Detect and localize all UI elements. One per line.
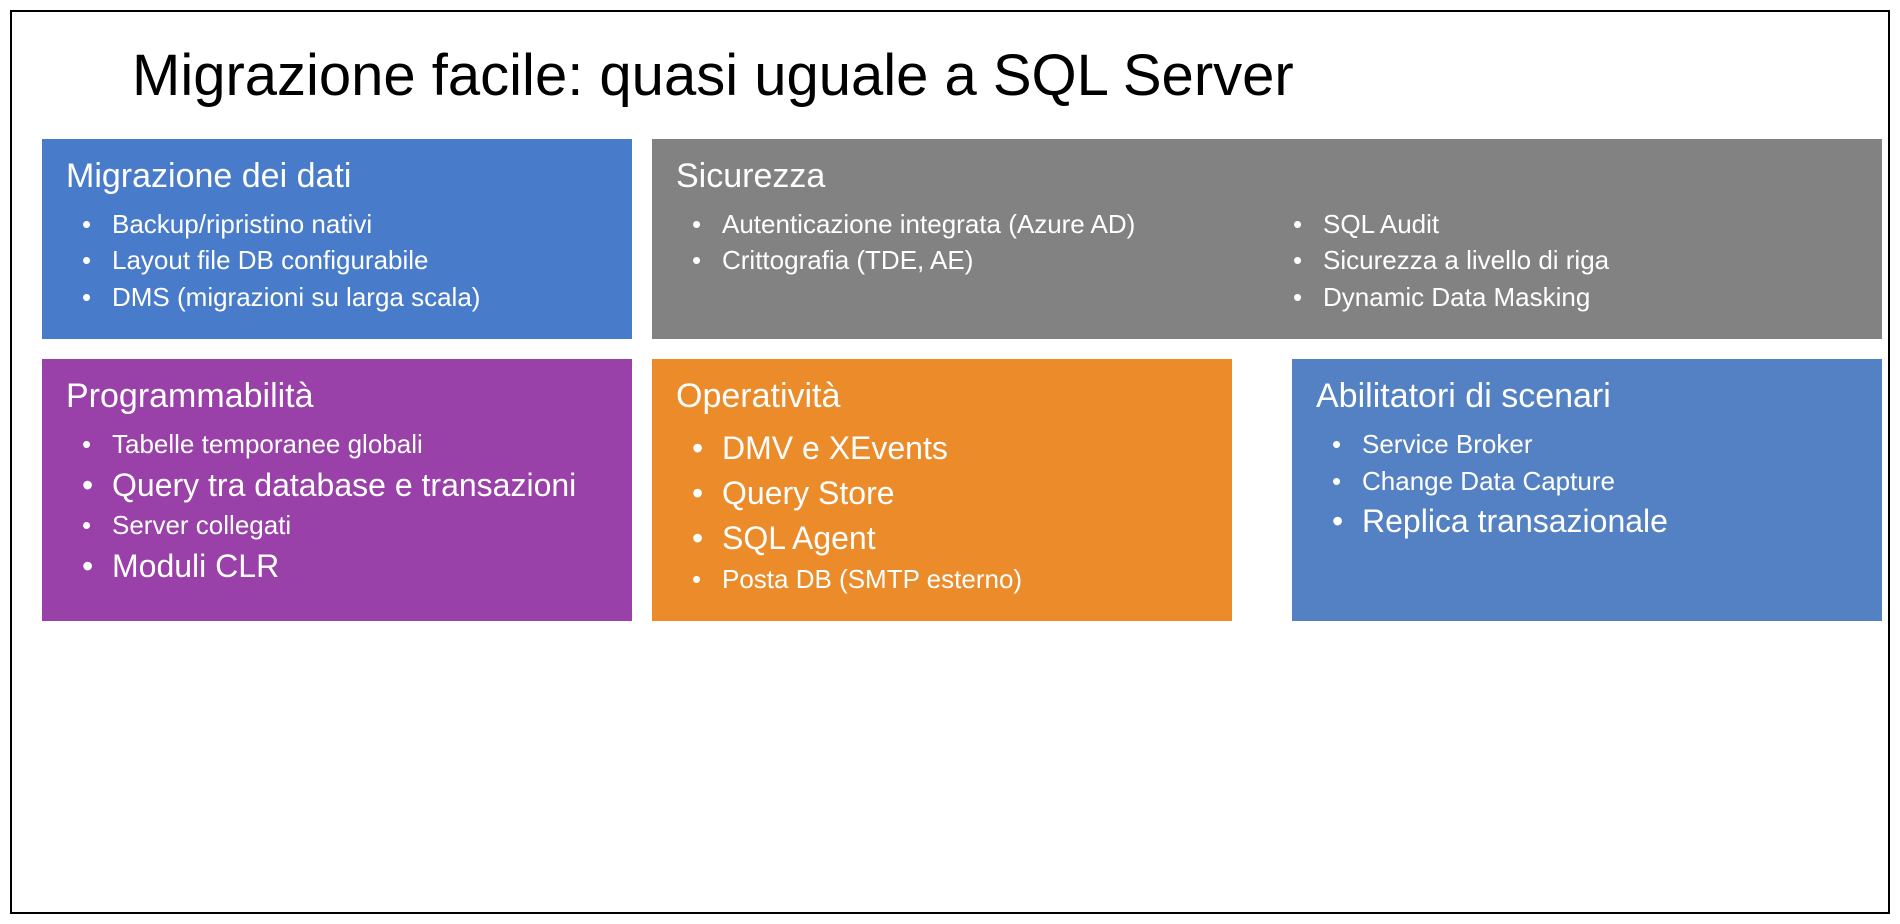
panel-scenario-enablers: Abilitatori di scenari Service Broker Ch…	[1292, 359, 1882, 621]
list-item: Crittografia (TDE, AE)	[686, 242, 1257, 278]
panel-programmability: Programmabilità Tabelle temporanee globa…	[42, 359, 632, 621]
list-item: Change Data Capture	[1326, 463, 1858, 499]
security-columns: Autenticazione integrata (Azure AD) Crit…	[676, 206, 1858, 315]
list-item: Posta DB (SMTP esterno)	[686, 561, 1208, 597]
panel-list: Autenticazione integrata (Azure AD) Crit…	[676, 206, 1257, 315]
panel-grid: Migrazione dei dati Backup/ripristino na…	[12, 139, 1888, 621]
list-item: Sicurezza a livello di riga	[1287, 242, 1858, 278]
slide-frame: Migrazione facile: quasi uguale a SQL Se…	[10, 10, 1890, 914]
list-item: SQL Audit	[1287, 206, 1858, 242]
panel-list: SQL Audit Sicurezza a livello di riga Dy…	[1277, 206, 1858, 315]
list-item: Moduli CLR	[76, 544, 608, 589]
panel-list: Backup/ripristino nativi Layout file DB …	[66, 206, 608, 315]
list-item: Tabelle temporanee globali	[76, 426, 608, 462]
list-item: Backup/ripristino nativi	[76, 206, 608, 242]
panel-heading: Programmabilità	[66, 377, 608, 416]
list-item: SQL Agent	[686, 516, 1208, 561]
list-item: Service Broker	[1326, 426, 1858, 462]
panel-list: Service Broker Change Data Capture Repli…	[1316, 426, 1858, 544]
list-item: Dynamic Data Masking	[1287, 279, 1858, 315]
panel-security: Sicurezza Autenticazione integrata (Azur…	[652, 139, 1882, 339]
list-item: Autenticazione integrata (Azure AD)	[686, 206, 1257, 242]
panel-data-migration: Migrazione dei dati Backup/ripristino na…	[42, 139, 632, 339]
slide-title: Migrazione facile: quasi uguale a SQL Se…	[12, 12, 1888, 139]
panel-operational: Operatività DMV e XEvents Query Store SQ…	[652, 359, 1232, 621]
list-item: DMS (migrazioni su larga scala)	[76, 279, 608, 315]
panel-heading: Migrazione dei dati	[66, 157, 608, 196]
panel-heading: Operatività	[676, 377, 1208, 416]
panel-list: DMV e XEvents Query Store SQL Agent Post…	[676, 426, 1208, 597]
list-item: Layout file DB configurabile	[76, 242, 608, 278]
panel-heading: Sicurezza	[676, 157, 1858, 196]
list-item: DMV e XEvents	[686, 426, 1208, 471]
list-item: Query tra database e transazioni	[76, 463, 608, 508]
list-item: Server collegati	[76, 507, 608, 543]
panel-list: Tabelle temporanee globali Query tra dat…	[66, 426, 608, 588]
list-item: Replica transazionale	[1326, 499, 1858, 544]
panel-heading: Abilitatori di scenari	[1316, 377, 1858, 416]
list-item: Query Store	[686, 471, 1208, 516]
